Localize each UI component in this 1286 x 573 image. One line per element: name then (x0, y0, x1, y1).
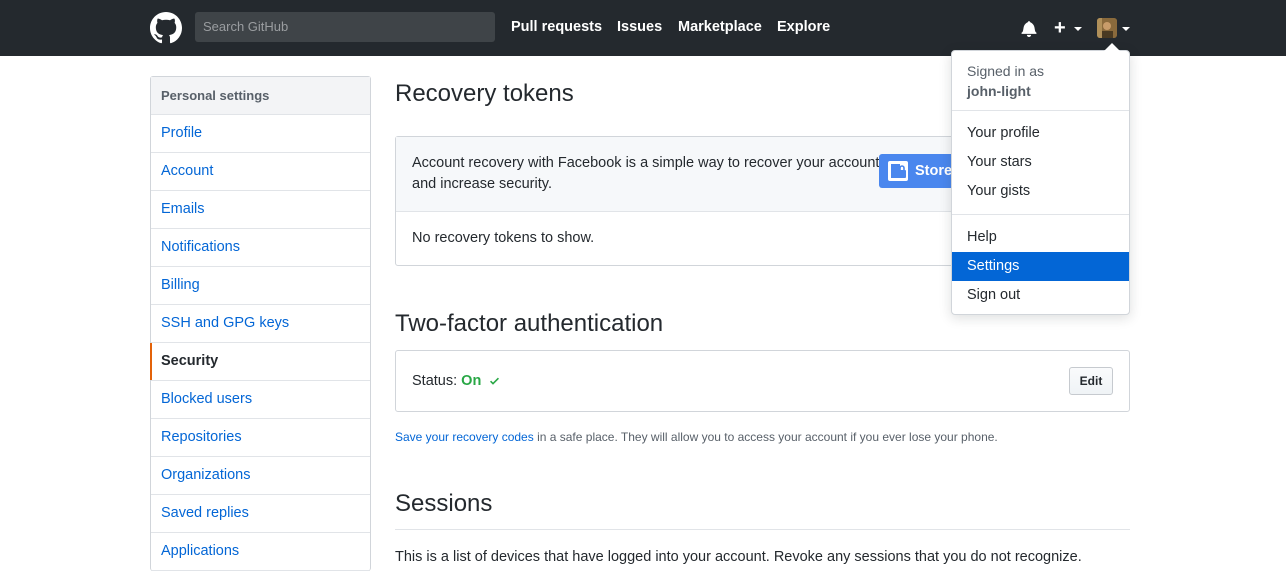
signed-in-header: Signed in as john-light (952, 51, 1129, 110)
nav-pull-requests[interactable]: Pull requests (511, 19, 602, 35)
signed-in-username: john-light (967, 83, 1031, 99)
recovery-codes-note-text: in a safe place. They will allow you to … (533, 430, 998, 444)
top-header: Pull requests Issues Marketplace Explore… (0, 0, 1286, 56)
nav-issues[interactable]: Issues (617, 19, 662, 35)
sidebar-item-applications[interactable]: Applications (151, 533, 370, 571)
sessions-heading: Sessions (395, 490, 493, 517)
status-label: Status: (412, 373, 458, 389)
sidebar-item-security[interactable]: Security (150, 343, 370, 381)
bell-icon[interactable] (1021, 20, 1037, 37)
status-value: On (461, 373, 482, 389)
menu-item-sign-out[interactable]: Sign out (952, 281, 1129, 310)
sidebar-item-repositories[interactable]: Repositories (151, 419, 370, 457)
sessions-divider (395, 529, 1130, 530)
sidebar-item-organizations[interactable]: Organizations (151, 457, 370, 495)
sessions-description: This is a list of devices that have logg… (395, 549, 1082, 565)
menu-item-your-profile[interactable]: Your profile (952, 119, 1129, 148)
recovery-codes-note: Save your recovery codes in a safe place… (395, 430, 998, 444)
nav-explore[interactable]: Explore (777, 19, 830, 35)
recovery-tokens-heading: Recovery tokens (395, 80, 574, 107)
save-recovery-codes-link[interactable]: Save your recovery codes (395, 430, 534, 444)
two-factor-heading: Two-factor authentication (395, 310, 664, 337)
user-menu-dropdown: Signed in as john-light Your profile You… (951, 43, 1130, 315)
nav-marketplace[interactable]: Marketplace (678, 19, 762, 35)
settings-sidebar: Personal settings Profile Account Emails… (150, 76, 371, 571)
store-button-label: Store (915, 163, 953, 179)
signed-in-label: Signed in as (967, 63, 1045, 79)
avatar-image (1097, 18, 1117, 38)
create-caret-icon[interactable] (1074, 27, 1082, 31)
avatar-caret-icon[interactable] (1122, 27, 1130, 31)
github-logo-icon[interactable] (150, 12, 182, 44)
sidebar-item-profile[interactable]: Profile (151, 115, 370, 153)
search-input[interactable] (195, 12, 495, 42)
sidebar-item-notifications[interactable]: Notifications (151, 229, 370, 267)
check-icon (490, 377, 500, 385)
sidebar-title: Personal settings (151, 77, 370, 115)
sidebar-item-billing[interactable]: Billing (151, 267, 370, 305)
sidebar-item-account[interactable]: Account (151, 153, 370, 191)
sidebar-item-saved-replies[interactable]: Saved replies (151, 495, 370, 533)
sidebar-item-emails[interactable]: Emails (151, 191, 370, 229)
menu-item-your-stars[interactable]: Your stars (952, 148, 1129, 177)
avatar[interactable] (1097, 18, 1117, 38)
edit-two-factor-button[interactable]: Edit (1069, 367, 1113, 395)
sidebar-item-ssh-gpg-keys[interactable]: SSH and GPG keys (151, 305, 370, 343)
menu-item-your-gists[interactable]: Your gists (952, 177, 1129, 206)
menu-item-help[interactable]: Help (952, 223, 1129, 252)
facebook-lock-icon (888, 161, 908, 181)
menu-item-settings[interactable]: Settings (952, 252, 1129, 281)
sidebar-item-blocked-users[interactable]: Blocked users (151, 381, 370, 419)
create-new-icon[interactable]: + (1054, 18, 1066, 38)
two-factor-box: Status: On Edit (395, 350, 1130, 412)
